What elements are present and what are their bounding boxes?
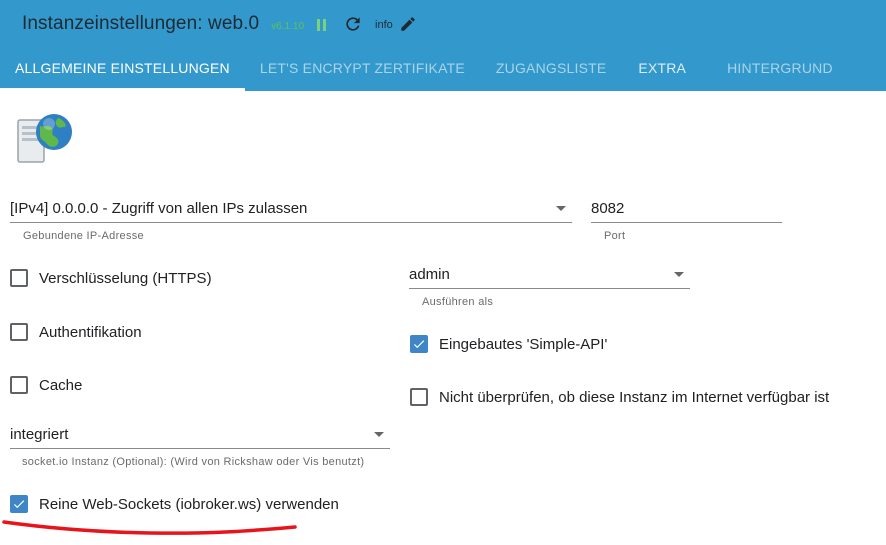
ip-address-underline <box>10 222 572 223</box>
run-as-value: admin <box>409 266 450 283</box>
tab-hintergrund[interactable]: Hintergrund <box>702 45 848 91</box>
port-field[interactable]: 8082 <box>591 196 782 224</box>
simple-api-checkbox-row[interactable]: Eingebautes 'Simple-API' <box>410 335 607 353</box>
red-annotation-underline <box>2 520 297 535</box>
port-underline <box>591 222 782 223</box>
run-as-helper: Ausführen als <box>422 296 494 308</box>
simple-api-checkbox[interactable] <box>410 335 428 353</box>
info-link[interactable]: info <box>375 19 393 31</box>
port-value: 8082 <box>591 200 625 217</box>
chevron-down-icon <box>374 432 384 437</box>
pause-icon[interactable] <box>317 18 329 32</box>
ip-address-helper: Gebundene IP-Adresse <box>23 230 144 242</box>
auth-checkbox-row[interactable]: Authentifikation <box>10 323 142 341</box>
https-checkbox-row[interactable]: Verschlüsselung (HTTPS) <box>10 269 212 287</box>
settings-tabs: Allgemeine Einstellungen Let's Encrypt Z… <box>0 45 848 91</box>
socketio-helper: socket.io Instanz (Optional): (Wird von … <box>22 456 365 468</box>
header-title-row: Instanzeinstellungen: web.0 v6.1.10 info <box>22 10 417 38</box>
auth-checkbox[interactable] <box>10 323 28 341</box>
run-as-underline <box>409 288 690 289</box>
port-helper: Port <box>604 230 626 242</box>
no-check-checkbox-row[interactable]: Nicht überprüfen, ob diese Instanz im In… <box>410 388 829 406</box>
instance-settings-header: Instanzeinstellungen: web.0 v6.1.10 info… <box>0 0 886 91</box>
ip-address-value: [IPv4] 0.0.0.0 - Zugriff von allen IPs z… <box>10 200 308 217</box>
chevron-down-icon <box>556 206 566 211</box>
check-icon <box>413 340 425 349</box>
tab-extra[interactable]: Extra <box>622 45 702 91</box>
auth-label: Authentifikation <box>39 323 142 341</box>
https-label: Verschlüsselung (HTTPS) <box>39 269 212 287</box>
tab-lets-encrypt[interactable]: Let's Encrypt Zertifikate <box>245 45 481 91</box>
tab-zugangsliste[interactable]: Zugangsliste <box>481 45 623 91</box>
socketio-value: integriert <box>10 426 69 443</box>
page-title: Instanzeinstellungen: web.0 <box>22 13 260 34</box>
simple-api-label: Eingebautes 'Simple-API' <box>439 335 608 353</box>
https-checkbox[interactable] <box>10 269 28 287</box>
chevron-down-icon <box>674 272 684 277</box>
socketio-underline <box>10 448 390 449</box>
cache-checkbox-row[interactable]: Cache <box>10 376 82 394</box>
ip-address-select[interactable]: [IPv4] 0.0.0.0 - Zugriff von allen IPs z… <box>10 196 572 224</box>
no-check-label: Nicht überprüfen, ob diese Instanz im In… <box>439 388 830 406</box>
tab-allgemeine-einstellungen[interactable]: Allgemeine Einstellungen <box>0 45 245 91</box>
refresh-icon[interactable] <box>343 14 363 34</box>
run-as-select[interactable]: admin <box>409 262 690 290</box>
server-globe-icon <box>17 114 72 163</box>
version-label: v6.1.10 <box>271 20 305 32</box>
cache-label: Cache <box>39 376 83 394</box>
edit-icon[interactable] <box>399 15 417 33</box>
cache-checkbox[interactable] <box>10 376 28 394</box>
socketio-select[interactable]: integriert <box>10 422 390 450</box>
no-check-checkbox[interactable] <box>410 388 428 406</box>
